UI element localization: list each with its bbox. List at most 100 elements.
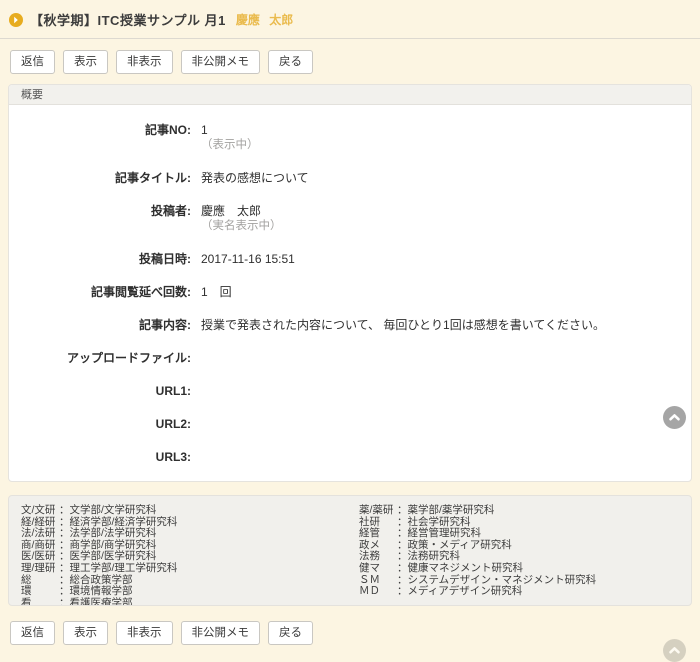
faculty-legend-left-column: 文/文研：文学部/文学研究科 経/経研：経済学部/経済学研究科 法/法研：法学部… xyxy=(21,505,359,595)
legend-def: 商学部/商学研究科 xyxy=(70,539,157,551)
legend-def: 文学部/文学研究科 xyxy=(70,504,157,516)
chevron-up-icon xyxy=(668,644,681,657)
field-label: 投稿者: xyxy=(9,204,191,234)
legend-colon: ： xyxy=(397,585,408,597)
legend-colon: ： xyxy=(59,516,70,528)
legend-def: 経営管理研究科 xyxy=(408,527,482,539)
legend-def: 経済学部/経済学研究科 xyxy=(70,516,178,528)
legend-def: 医学部/医学研究科 xyxy=(70,550,157,562)
legend-colon: ： xyxy=(59,504,70,516)
legend-term: 環 xyxy=(21,586,59,598)
legend-colon: ： xyxy=(59,597,70,606)
field-label: URL2: xyxy=(9,417,191,432)
private-memo-button[interactable]: 非公開メモ xyxy=(181,50,261,74)
legend-def: 健康マネジメント研究科 xyxy=(408,562,524,574)
field-row-view-count: 記事閲覧延べ回数: 1 回 xyxy=(9,285,675,300)
legend-colon: ： xyxy=(59,574,70,586)
legend-colon: ： xyxy=(397,504,408,516)
legend-colon: ： xyxy=(59,562,70,574)
arrow-bullet-icon xyxy=(9,13,23,27)
field-label: アップロードファイル: xyxy=(9,351,191,366)
legend-colon: ： xyxy=(59,539,70,551)
field-value: 2017-11-16 15:51 xyxy=(201,252,295,267)
legend-colon: ： xyxy=(59,550,70,562)
legend-row: 薬/薬研：薬学部/薬学研究科 xyxy=(359,505,596,517)
show-button[interactable]: 表示 xyxy=(63,50,108,74)
scroll-to-top-button-faded[interactable] xyxy=(663,639,686,662)
legend-colon: ： xyxy=(397,539,408,551)
legend-row: ＭＤ：メディアデザイン研究科 xyxy=(359,586,596,598)
page-title: 【秋学期】ITC授業サンプル 月1 xyxy=(30,10,226,29)
field-value: 発表の感想について xyxy=(201,171,309,186)
legend-def: 薬学部/薬学研究科 xyxy=(408,504,495,516)
field-label: 記事内容: xyxy=(9,318,191,333)
field-note: （表示中） xyxy=(201,138,259,153)
field-row-url2: URL2: xyxy=(9,417,675,432)
toolbar-bottom: 返信 表示 非表示 非公開メモ 戻る xyxy=(0,606,700,655)
show-button-bottom[interactable]: 表示 xyxy=(63,621,108,645)
legend-def: 環境情報学部 xyxy=(70,585,133,597)
author-last-name-link[interactable]: 慶應 xyxy=(236,13,260,27)
field-row-post-datetime: 投稿日時: 2017-11-16 15:51 xyxy=(9,252,675,267)
field-label: 記事タイトル: xyxy=(9,171,191,186)
toolbar-top: 返信 表示 非表示 非公開メモ 戻る xyxy=(0,39,700,84)
overview-panel: 概要 記事NO: 1 （表示中） 記事タイトル: 発表の感想について 投稿者: … xyxy=(8,84,692,482)
back-button[interactable]: 戻る xyxy=(268,50,313,74)
field-value: 授業で発表された内容について、 毎回ひとり1回は感想を書いてください。 xyxy=(201,318,605,333)
faculty-legend: 文/文研：文学部/文学研究科 経/経研：経済学部/経済学研究科 法/法研：法学部… xyxy=(8,495,692,606)
legend-colon: ： xyxy=(397,550,408,562)
hide-button-bottom[interactable]: 非表示 xyxy=(116,621,173,645)
field-row-article-title: 記事タイトル: 発表の感想について xyxy=(9,171,675,186)
legend-colon: ： xyxy=(397,527,408,539)
field-value: 1 回 xyxy=(201,285,232,300)
field-row-url1: URL1: xyxy=(9,384,675,399)
reply-button[interactable]: 返信 xyxy=(10,50,55,74)
back-button-bottom[interactable]: 戻る xyxy=(268,621,313,645)
private-memo-button-bottom[interactable]: 非公開メモ xyxy=(181,621,261,645)
overview-panel-header: 概要 xyxy=(9,85,691,105)
page-header: 【秋学期】ITC授業サンプル 月1 慶應 太郎 xyxy=(0,0,700,37)
legend-term: 文/文研 xyxy=(21,505,59,517)
legend-def: 総合政策学部 xyxy=(70,574,133,586)
legend-term: ＭＤ xyxy=(359,586,397,598)
legend-row: 看：看護医療学部 xyxy=(21,598,359,606)
legend-def: 法学部/法学研究科 xyxy=(70,527,157,539)
author-links: 慶應 太郎 xyxy=(236,11,293,28)
field-label: 記事閲覧延べ回数: xyxy=(9,285,191,300)
legend-def: 法務研究科 xyxy=(408,550,461,562)
legend-def: 看護医療学部 xyxy=(70,597,133,606)
legend-def: 社会学研究科 xyxy=(408,516,471,528)
legend-term: 看 xyxy=(21,598,59,606)
field-value: 慶應 太郎 xyxy=(201,204,282,219)
faculty-legend-right-column: 薬/薬研：薬学部/薬学研究科 社研：社会学研究科 経管：経営管理研究科 政メ：政… xyxy=(359,505,596,595)
field-row-url3: URL3: xyxy=(9,450,675,465)
legend-def: メディアデザイン研究科 xyxy=(408,585,523,597)
legend-colon: ： xyxy=(397,574,408,586)
reply-button-bottom[interactable]: 返信 xyxy=(10,621,55,645)
legend-term: 理/理研 xyxy=(21,563,59,575)
field-row-upload-file: アップロードファイル: xyxy=(9,351,675,366)
field-row-article-body: 記事内容: 授業で発表された内容について、 毎回ひとり1回は感想を書いてください… xyxy=(9,318,675,333)
legend-row: 政メ：政策・メディア研究科 xyxy=(359,540,596,552)
overview-panel-body: 記事NO: 1 （表示中） 記事タイトル: 発表の感想について 投稿者: 慶應 … xyxy=(9,105,691,481)
legend-term: 健マ xyxy=(359,563,397,575)
legend-colon: ： xyxy=(397,516,408,528)
legend-term: 薬/薬研 xyxy=(359,505,397,517)
legend-colon: ： xyxy=(59,527,70,539)
field-label: 記事NO: xyxy=(9,123,191,153)
legend-colon: ： xyxy=(397,562,408,574)
field-value: 1 xyxy=(201,123,259,138)
legend-def: 政策・メディア研究科 xyxy=(408,539,512,551)
hide-button[interactable]: 非表示 xyxy=(116,50,173,74)
legend-def: システムデザイン・マネジメント研究科 xyxy=(408,574,597,586)
scroll-to-top-button[interactable] xyxy=(663,406,686,429)
field-label: URL3: xyxy=(9,450,191,465)
chevron-up-icon xyxy=(668,411,681,424)
field-row-poster: 投稿者: 慶應 太郎 （実名表示中） xyxy=(9,204,675,234)
field-label: 投稿日時: xyxy=(9,252,191,267)
field-row-article-no: 記事NO: 1 （表示中） xyxy=(9,123,675,153)
field-note: （実名表示中） xyxy=(201,219,282,234)
legend-colon: ： xyxy=(59,585,70,597)
legend-def: 理工学部/理工学研究科 xyxy=(70,562,178,574)
author-first-name-link[interactable]: 太郎 xyxy=(269,13,293,27)
